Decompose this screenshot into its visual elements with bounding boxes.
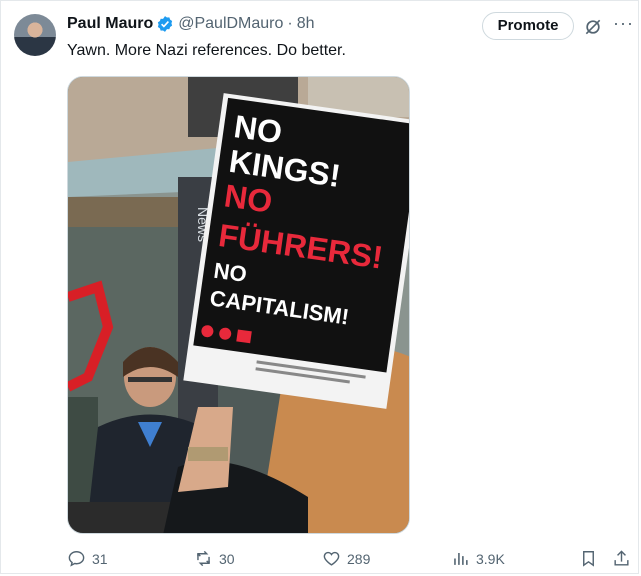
more-icon[interactable]: ···: [613, 14, 634, 32]
author-name[interactable]: Paul Mauro: [67, 15, 153, 33]
grok-icon[interactable]: [583, 17, 603, 37]
timestamp[interactable]: 8h: [297, 15, 315, 33]
tweet-header: Paul Mauro @PaulDMauro · 8h: [67, 15, 315, 33]
share-icon: [614, 550, 629, 566]
views-button[interactable]: 3.9K: [451, 549, 505, 568]
reply-count: 31: [92, 550, 108, 567]
bookmark-icon: [583, 551, 594, 567]
view-count: 3.9K: [476, 550, 505, 567]
tweet-image[interactable]: News NO KINGS! NO FÜHRERS! NO CAPITALISM…: [67, 76, 410, 534]
sign-line-3: NO: [222, 177, 275, 219]
reply-icon: [68, 551, 85, 567]
protest-photo: News NO KINGS! NO FÜHRERS! NO CAPITALISM…: [68, 77, 409, 533]
share-button[interactable]: [612, 549, 631, 568]
repost-button[interactable]: 30: [194, 549, 235, 568]
verified-badge-icon: [158, 16, 173, 32]
separator-dot: ·: [287, 15, 293, 32]
tweet-actions: 31 30 289 3.9K: [0, 540, 641, 576]
like-icon: [323, 551, 340, 566]
views-icon: [454, 552, 468, 565]
repost-icon: [197, 550, 210, 567]
reply-button[interactable]: 31: [67, 549, 108, 568]
sign-line-5: NO: [212, 258, 248, 287]
promote-button[interactable]: Promote: [482, 12, 574, 40]
avatar[interactable]: [14, 14, 56, 56]
like-count: 289: [347, 550, 371, 567]
author-handle[interactable]: @PaulDMauro: [178, 15, 283, 33]
like-button[interactable]: 289: [322, 549, 370, 568]
repost-count: 30: [219, 550, 235, 567]
bookmark-button[interactable]: [579, 549, 598, 568]
tweet-text: Yawn. More Nazi references. Do better.: [67, 42, 346, 59]
